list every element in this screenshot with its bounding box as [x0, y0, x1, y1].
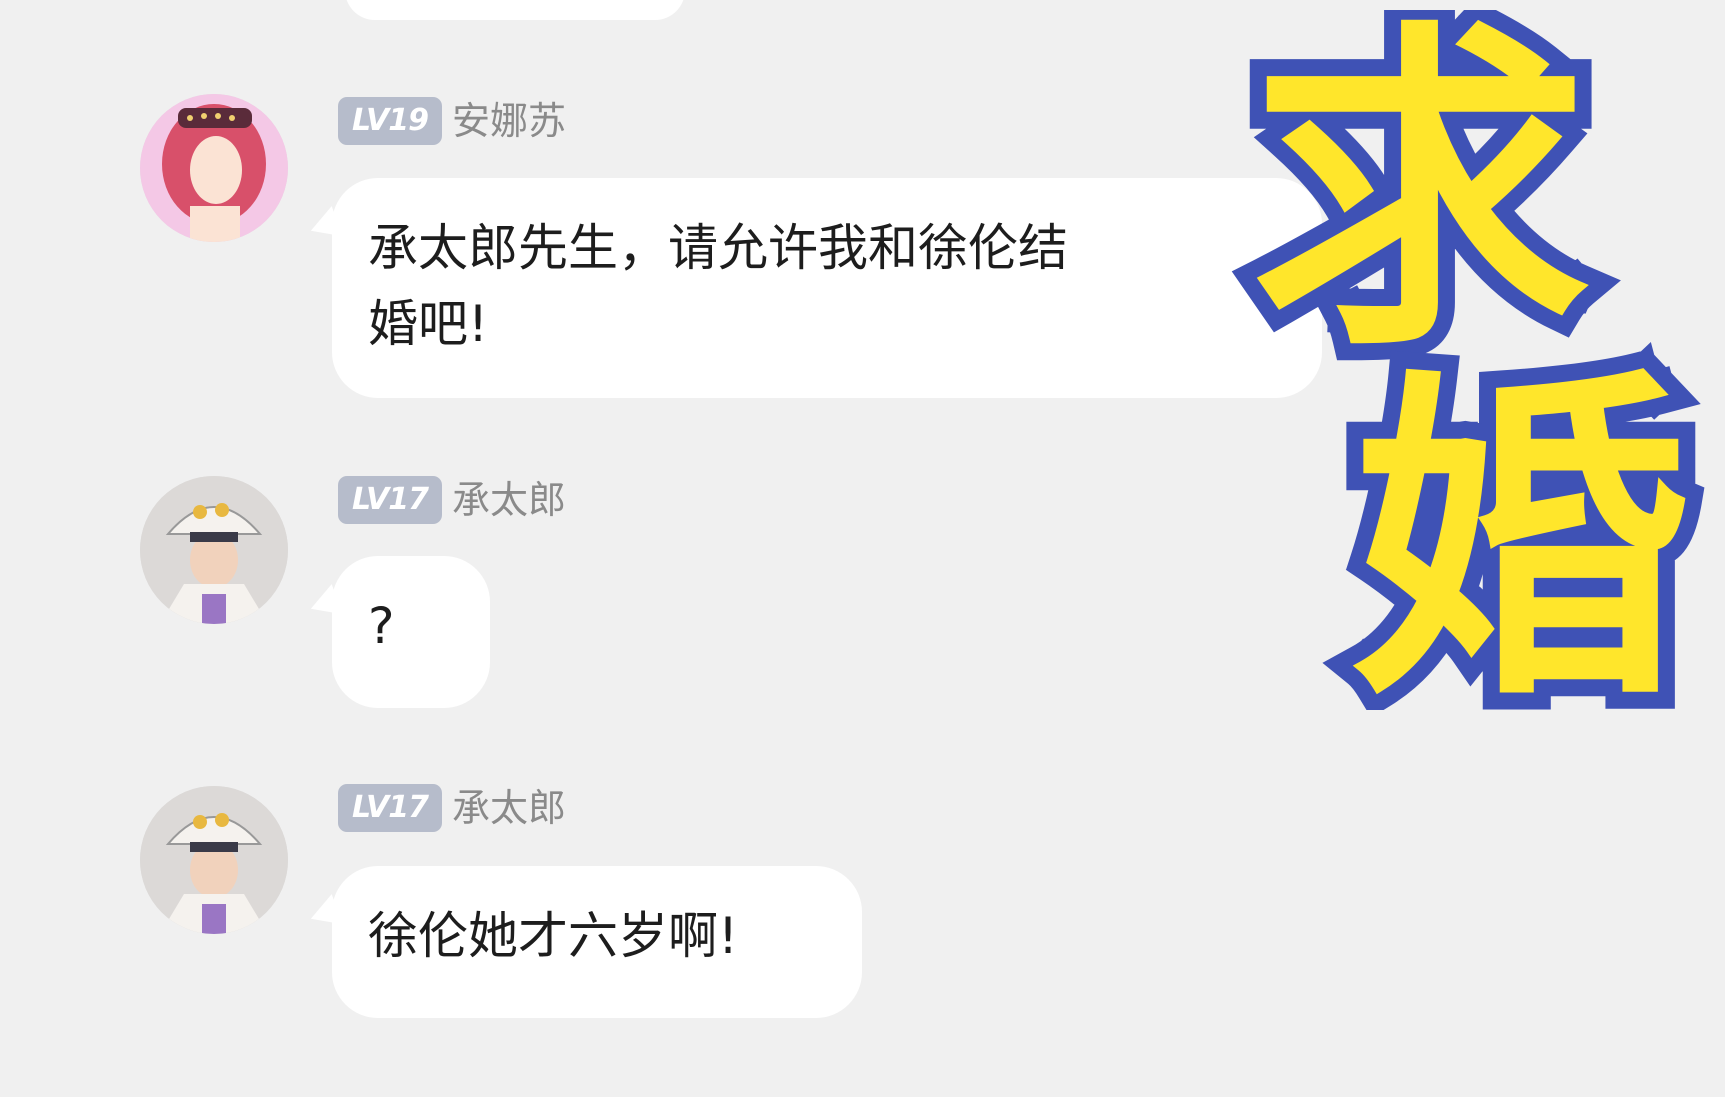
avatar[interactable] [140, 476, 288, 624]
avatar[interactable] [140, 94, 288, 242]
white-cap-character-avatar-icon [140, 476, 288, 624]
message-bubble[interactable]: 徐伦她才六岁啊! [332, 866, 862, 1018]
overlay-title: 求 婚 [1230, 10, 1720, 710]
overlay-title-char: 求 [1250, 10, 1590, 391]
message-bubble[interactable]: ? [332, 556, 490, 708]
message-line: 承太郎先生，请允许我和徐伦结 [368, 219, 1068, 277]
message-line: 徐伦她才六岁啊! [368, 907, 739, 965]
overlay-title-char: 婚 [1350, 345, 1690, 710]
level-badge: LV17 [338, 476, 442, 524]
message-line: 婚吧! [368, 295, 489, 353]
sender-name: 承太郎 [452, 478, 567, 522]
message-bubble[interactable]: 承太郎先生，请允许我和徐伦结 婚吧! [332, 178, 1322, 398]
avatar[interactable] [140, 786, 288, 934]
pink-hair-character-avatar-icon [140, 94, 288, 242]
level-badge: LV17 [338, 784, 442, 832]
previous-message-bubble [345, 0, 685, 20]
message-line: ? [368, 597, 395, 655]
sender-name: 安娜苏 [452, 99, 567, 143]
white-cap-character-avatar-icon [140, 786, 288, 934]
level-badge: LV19 [338, 97, 442, 145]
sender-name: 承太郎 [452, 786, 567, 830]
